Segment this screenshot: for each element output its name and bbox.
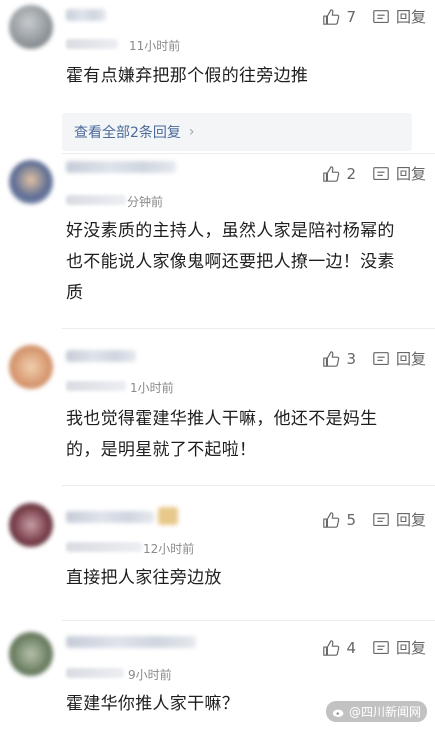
comment-actions: 3 回复 bbox=[322, 348, 426, 369]
comment-text: 霍有点嫌弃把那个假的往旁边推 bbox=[66, 66, 309, 86]
comment-time: 1小时前 bbox=[130, 381, 174, 395]
view-all-replies-label: 查看全部2条回复 bbox=[74, 125, 181, 141]
like-count: 4 bbox=[346, 638, 356, 657]
comment-2: 2 回复 分钟前 好没素质的主持人，虽然人家是陪衬杨幂的也不能说人家像鬼啊还要把… bbox=[0, 154, 435, 329]
thumbs-up-icon[interactable] bbox=[322, 639, 340, 657]
username-blurred[interactable] bbox=[66, 350, 136, 362]
like-count: 5 bbox=[346, 510, 356, 529]
username-blurred[interactable] bbox=[66, 161, 176, 173]
comment-text: 直接把人家往旁边放 bbox=[66, 568, 222, 588]
location-blurred bbox=[66, 39, 118, 49]
comment-actions: 2 回复 bbox=[322, 163, 426, 184]
location-blurred bbox=[66, 668, 124, 678]
thumbs-up-icon[interactable] bbox=[322, 350, 340, 368]
location-blurred bbox=[66, 381, 126, 391]
reply-button[interactable]: 回复 bbox=[396, 637, 426, 658]
watermark: @四川新闻网 bbox=[325, 701, 427, 722]
like-count: 7 bbox=[346, 7, 356, 26]
comment-1: 7 回复 11小时前 霍有点嫌弃把那个假的往旁边推 查看全部2条回复 › bbox=[0, 0, 435, 160]
reply-icon[interactable] bbox=[372, 511, 390, 529]
username-blurred[interactable] bbox=[66, 9, 106, 21]
thumbs-up-icon[interactable] bbox=[322, 511, 340, 529]
thumbs-up-icon[interactable] bbox=[322, 8, 340, 26]
comment-4: 5 回复 12小时前 直接把人家往旁边放 bbox=[0, 487, 435, 622]
username-blurred[interactable] bbox=[66, 636, 196, 648]
like-count: 2 bbox=[346, 164, 356, 183]
comment-time: 11小时前 bbox=[129, 39, 181, 53]
comment-text: 好没素质的主持人，虽然人家是陪衬杨幂的也不能说人家像鬼啊还要把人撩一边！没素质 bbox=[66, 221, 395, 303]
comment-3: 3 回复 1小时前 我也觉得霍建华推人干嘛，他还不是妈生的，是明星就了不起啦！ bbox=[0, 330, 435, 485]
reply-button[interactable]: 回复 bbox=[396, 163, 426, 184]
weibo-icon bbox=[332, 709, 344, 717]
like-count: 3 bbox=[346, 349, 356, 368]
divider bbox=[62, 620, 435, 621]
divider bbox=[62, 485, 435, 486]
reply-icon[interactable] bbox=[372, 350, 390, 368]
thumbs-up-icon[interactable] bbox=[322, 165, 340, 183]
reply-button[interactable]: 回复 bbox=[396, 6, 426, 27]
reply-button[interactable]: 回复 bbox=[396, 509, 426, 530]
reply-icon[interactable] bbox=[372, 639, 390, 657]
reply-button[interactable]: 回复 bbox=[396, 348, 426, 369]
badge-blurred bbox=[158, 507, 178, 525]
comment-time: 分钟前 bbox=[127, 195, 164, 209]
view-all-replies-button[interactable]: 查看全部2条回复 › bbox=[62, 113, 412, 151]
chevron-right-icon: › bbox=[188, 124, 195, 140]
divider bbox=[62, 328, 435, 329]
comment-time: 12小时前 bbox=[143, 542, 195, 556]
location-blurred bbox=[66, 195, 126, 205]
avatar[interactable] bbox=[9, 632, 53, 676]
comment-time: 9小时前 bbox=[128, 668, 172, 682]
location-blurred bbox=[66, 542, 142, 552]
comment-text: 我也觉得霍建华推人干嘛，他还不是妈生的，是明星就了不起啦！ bbox=[66, 409, 378, 460]
avatar[interactable] bbox=[9, 345, 53, 389]
comment-actions: 5 回复 bbox=[322, 509, 426, 530]
reply-icon[interactable] bbox=[372, 165, 390, 183]
reply-icon[interactable] bbox=[372, 8, 390, 26]
avatar[interactable] bbox=[9, 503, 53, 547]
comment-actions: 4 回复 bbox=[322, 637, 426, 658]
username-blurred[interactable] bbox=[66, 511, 154, 523]
comment-actions: 7 回复 bbox=[322, 6, 426, 27]
avatar[interactable] bbox=[9, 160, 53, 204]
watermark-text: @四川新闻网 bbox=[348, 705, 421, 719]
avatar[interactable] bbox=[9, 5, 53, 49]
